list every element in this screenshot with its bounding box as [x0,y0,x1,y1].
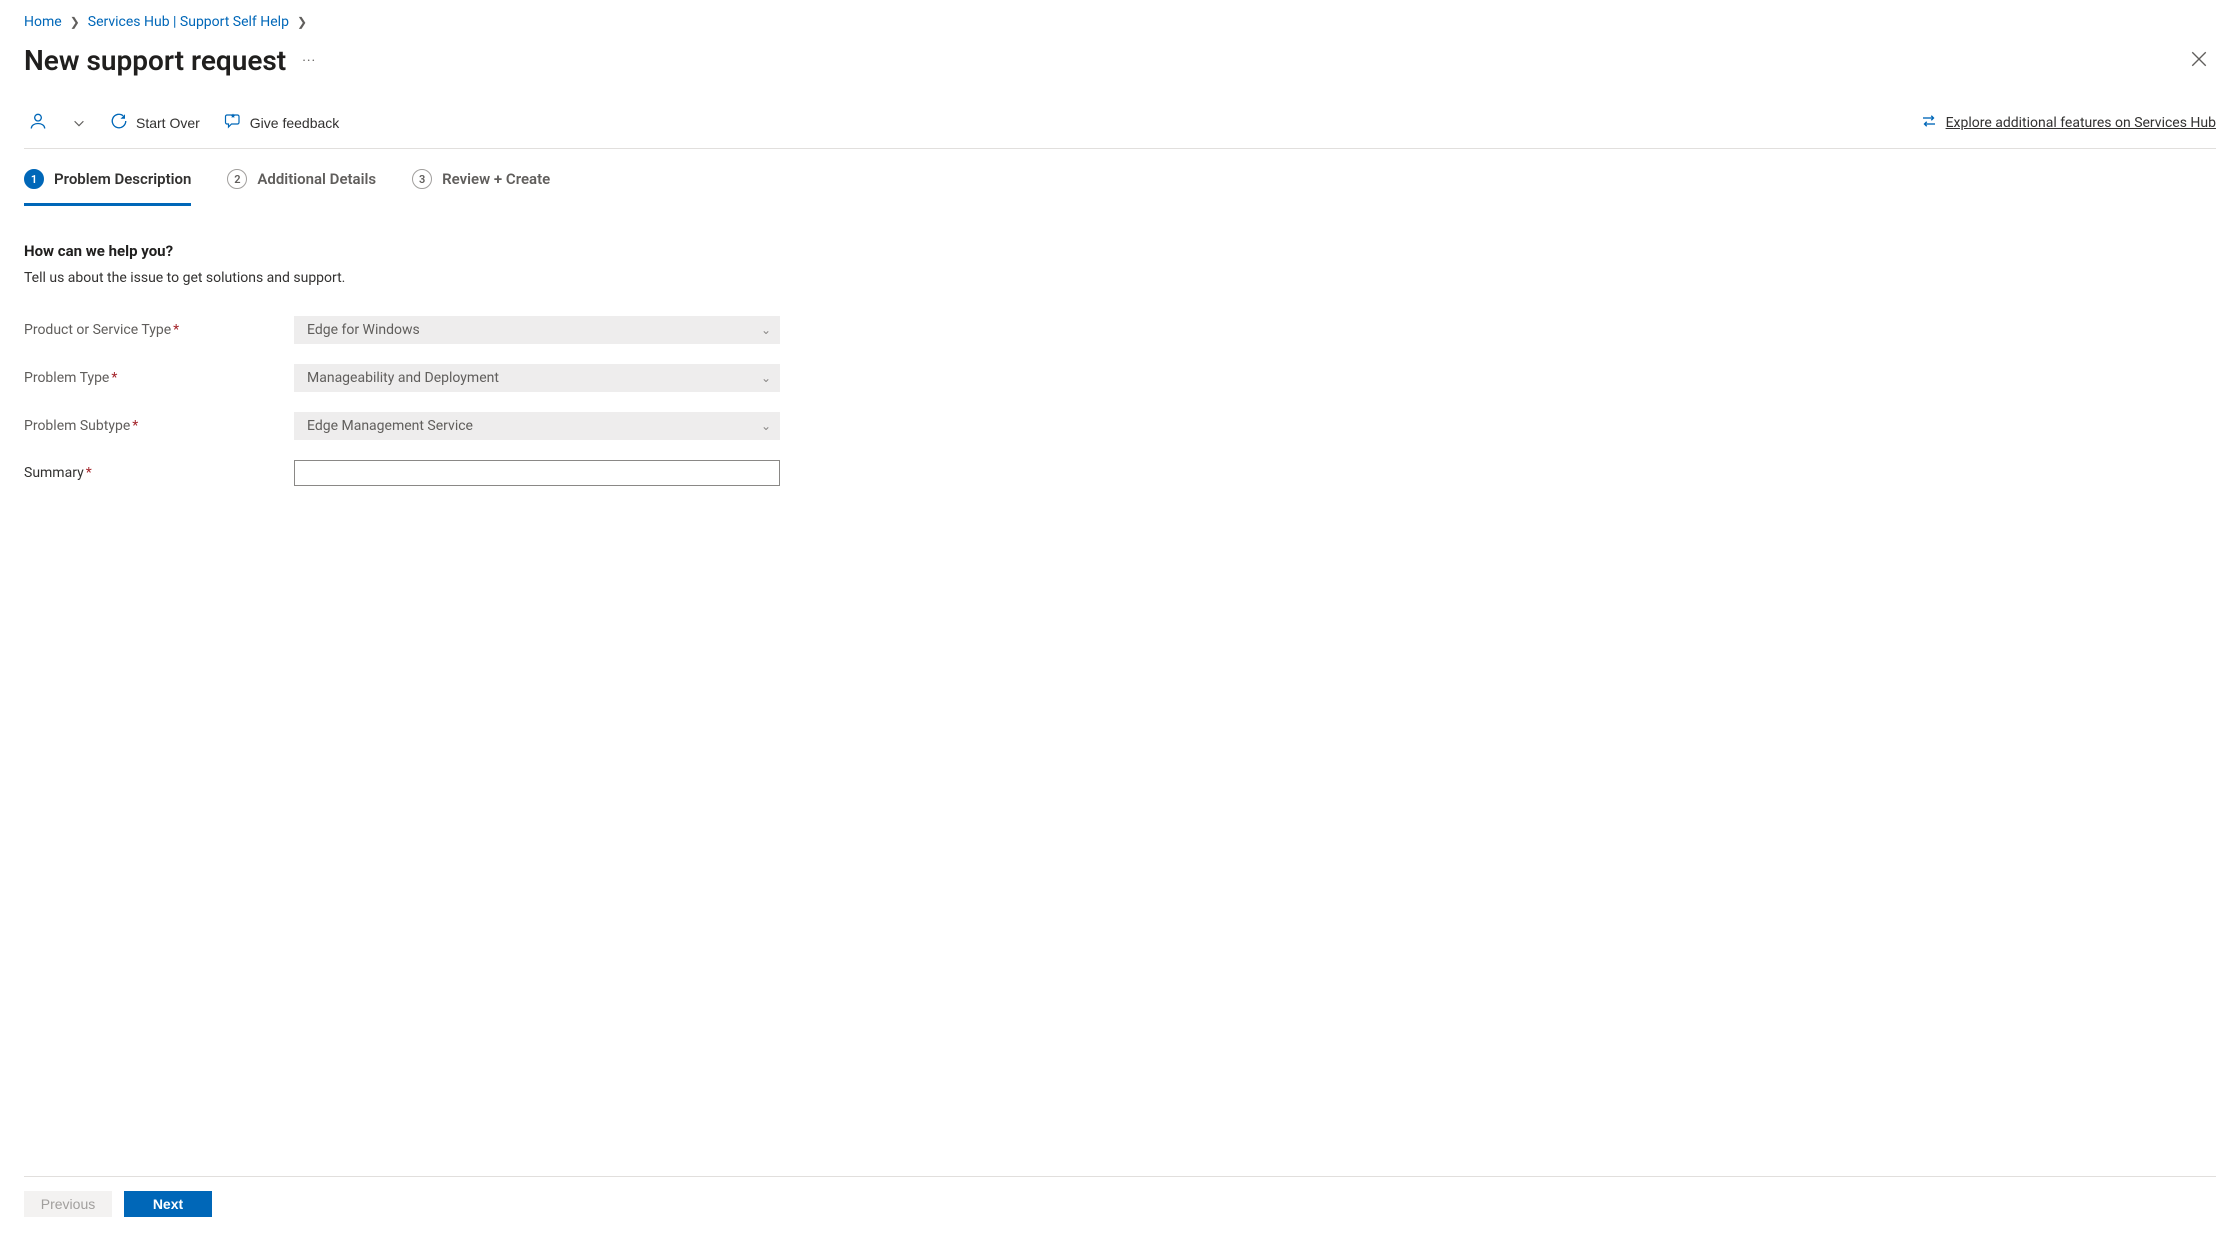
problem-subtype-label: Problem Subtype* [24,418,294,434]
form-subtitle: Tell us about the issue to get solutions… [24,270,2216,286]
chevron-down-icon: ⌄ [761,371,771,385]
next-button[interactable]: Next [124,1191,212,1217]
chevron-down-icon [72,116,86,130]
feedback-icon [224,112,242,130]
problem-subtype-select[interactable]: Edge Management Service ⌄ [294,412,780,440]
step-review-create[interactable]: 3 Review + Create [412,169,550,206]
start-over-button[interactable]: Start Over [106,108,204,137]
account-dropdown-button[interactable] [68,112,90,134]
person-icon [28,111,48,131]
step-label-1: Problem Description [54,170,191,188]
step-badge-2: 2 [227,169,247,189]
close-icon [2190,50,2208,68]
problem-subtype-value: Edge Management Service [307,418,473,434]
breadcrumb-services-hub[interactable]: Services Hub | Support Self Help [88,14,289,30]
chevron-right-icon: ❯ [70,15,80,29]
swap-icon [1920,112,1938,130]
step-additional-details[interactable]: 2 Additional Details [227,169,376,206]
previous-button[interactable]: Previous [24,1191,112,1217]
product-type-select[interactable]: Edge for Windows ⌄ [294,316,780,344]
summary-input[interactable] [294,460,780,486]
breadcrumb-home[interactable]: Home [24,14,62,30]
explore-services-hub-label: Explore additional features on Services … [1946,115,2216,131]
step-badge-1: 1 [24,169,44,189]
chevron-down-icon: ⌄ [761,419,771,433]
problem-type-label: Problem Type* [24,370,294,386]
summary-label: Summary* [24,465,294,481]
problem-type-select[interactable]: Manageability and Deployment ⌄ [294,364,780,392]
chevron-right-icon: ❯ [297,15,307,29]
chevron-down-icon: ⌄ [761,323,771,337]
restart-icon [110,112,128,130]
problem-type-value: Manageability and Deployment [307,370,499,386]
explore-services-hub-link[interactable]: Explore additional features on Services … [1920,112,2216,134]
breadcrumb: Home ❯ Services Hub | Support Self Help … [24,10,2216,38]
step-problem-description[interactable]: 1 Problem Description [24,169,191,206]
product-type-value: Edge for Windows [307,322,420,338]
step-label-3: Review + Create [442,170,550,188]
step-label-2: Additional Details [257,170,376,188]
close-button[interactable] [2182,42,2216,79]
page-title: New support request [24,44,286,77]
more-actions-button[interactable]: ··· [302,53,316,69]
start-over-label: Start Over [136,115,200,131]
wizard-steps: 1 Problem Description 2 Additional Detai… [24,149,2216,206]
give-feedback-button[interactable]: Give feedback [220,108,344,137]
step-badge-3: 3 [412,169,432,189]
give-feedback-label: Give feedback [250,115,340,131]
form-heading: How can we help you? [24,242,2216,260]
product-type-label: Product or Service Type* [24,322,294,338]
account-button[interactable] [24,107,52,138]
